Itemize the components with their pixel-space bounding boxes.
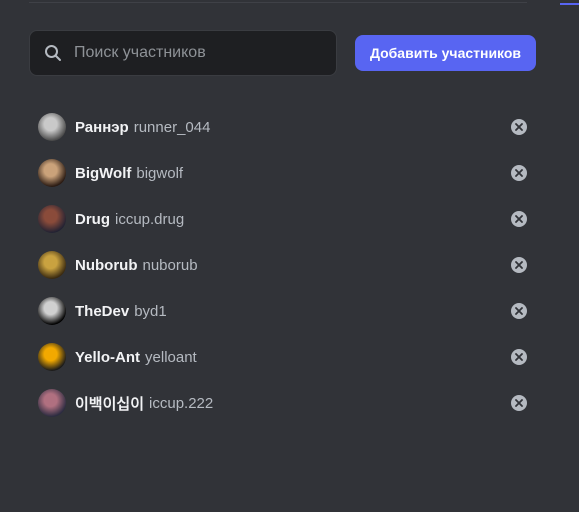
top-divider <box>29 2 527 3</box>
avatar[interactable] <box>38 159 66 187</box>
close-icon <box>515 123 523 131</box>
member-row: BigWolf bigwolf <box>29 150 537 196</box>
member-display-name: Nuborub <box>75 256 138 274</box>
remove-member-button[interactable] <box>511 395 527 411</box>
search-input[interactable] <box>74 31 336 75</box>
member-display-name: Yello-Ant <box>75 348 141 366</box>
remove-member-button[interactable] <box>511 165 527 181</box>
avatar[interactable] <box>38 251 66 279</box>
member-display-name: BigWolf <box>75 164 132 182</box>
remove-member-button[interactable] <box>511 119 527 135</box>
avatar[interactable] <box>38 205 66 233</box>
member-username: bigwolf <box>136 164 184 182</box>
remove-member-button[interactable] <box>511 349 527 365</box>
close-icon <box>515 399 523 407</box>
avatar[interactable] <box>38 389 66 417</box>
remove-member-button[interactable] <box>511 303 527 319</box>
members-list: Раннэр runner_044 BigWolf bigwolf Drug i… <box>29 104 537 426</box>
close-icon <box>515 169 523 177</box>
avatar[interactable] <box>38 113 66 141</box>
member-display-name: Раннэр <box>75 118 129 136</box>
close-icon <box>515 307 523 315</box>
close-icon <box>515 353 523 361</box>
member-display-name: TheDev <box>75 302 130 320</box>
member-row: 이백이십이 iccup.222 <box>29 380 537 426</box>
member-username: iccup.drug <box>115 210 185 228</box>
member-row: Yello-Ant yelloant <box>29 334 537 380</box>
member-username: nuborub <box>142 256 198 274</box>
avatar[interactable] <box>38 297 66 325</box>
search-icon <box>45 45 61 61</box>
member-row: TheDev byd1 <box>29 288 537 334</box>
member-display-name: 이백이십이 <box>75 395 145 413</box>
remove-member-button[interactable] <box>511 211 527 227</box>
member-username: runner_044 <box>133 118 211 136</box>
search-box[interactable] <box>29 30 337 76</box>
close-icon <box>515 215 523 223</box>
member-display-name: Drug <box>75 210 110 228</box>
member-username: yelloant <box>145 348 197 366</box>
member-row: Drug iccup.drug <box>29 196 537 242</box>
tab-indicator <box>560 3 579 5</box>
close-icon <box>515 261 523 269</box>
member-username: iccup.222 <box>149 394 214 412</box>
member-row: Раннэр runner_044 <box>29 104 537 150</box>
avatar[interactable] <box>38 343 66 371</box>
remove-member-button[interactable] <box>511 257 527 273</box>
member-username: byd1 <box>134 302 167 320</box>
add-members-button[interactable]: Добавить участников <box>355 35 536 71</box>
member-row: Nuborub nuborub <box>29 242 537 288</box>
